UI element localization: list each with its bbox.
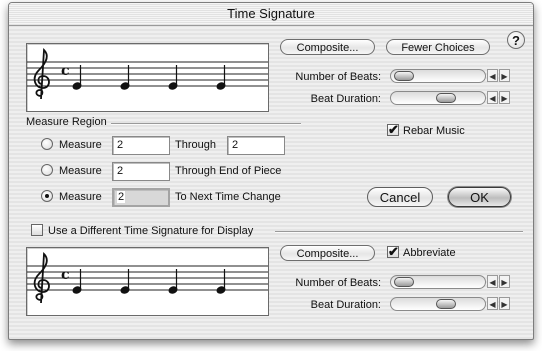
checkmark-icon: ✔ — [388, 244, 399, 259]
through-field[interactable]: 2 — [227, 136, 285, 155]
measure-region-label: Measure Region — [26, 116, 107, 128]
cancel-button[interactable]: Cancel — [367, 187, 433, 207]
measure-start-field[interactable]: 2 — [112, 162, 170, 181]
beats-left-arrow-icon[interactable]: ◀ — [487, 69, 498, 82]
beats-right-arrow-icon[interactable]: ▶ — [499, 69, 510, 82]
measure-end-of-piece-radio[interactable] — [41, 164, 53, 176]
to-next-time-change-label: To Next Time Change — [175, 191, 281, 203]
measure-next-change-radio[interactable] — [41, 190, 53, 202]
abbreviate-label: Abbreviate — [403, 247, 456, 259]
duration-right-arrow-icon[interactable]: ▶ — [499, 91, 510, 104]
dialog-title: Time Signature — [227, 6, 315, 21]
display-number-of-beats-label: Number of Beats: — [295, 277, 381, 289]
display-beats-right-arrow-icon[interactable]: ▶ — [499, 275, 510, 288]
display-duration-right-arrow-icon[interactable]: ▶ — [499, 297, 510, 310]
top-staff-svg: c — [27, 47, 268, 100]
number-of-beats-label: Number of Beats: — [295, 71, 381, 83]
duration-left-arrow-icon[interactable]: ◀ — [487, 91, 498, 104]
common-time-symbol: c — [61, 267, 70, 283]
divider — [275, 231, 523, 233]
display-composite-button[interactable]: Composite... — [280, 245, 375, 261]
measure-label: Measure — [59, 191, 102, 203]
through-end-of-piece-label: Through End of Piece — [175, 165, 282, 177]
beat-duration-slider[interactable] — [390, 91, 486, 105]
display-staff-svg: c — [27, 251, 268, 304]
rebar-checkbox[interactable]: ✔ — [387, 122, 399, 137]
number-of-beats-slider[interactable] — [390, 69, 486, 83]
fewer-choices-button[interactable]: Fewer Choices — [386, 39, 490, 55]
slider-thumb[interactable] — [436, 299, 456, 309]
help-icon[interactable]: ? — [507, 31, 525, 49]
slider-thumb[interactable] — [394, 277, 414, 287]
composite-button[interactable]: Composite... — [280, 39, 375, 55]
display-beat-duration-label: Beat Duration: — [310, 299, 381, 311]
ok-button[interactable]: OK — [448, 187, 511, 207]
display-beats-left-arrow-icon[interactable]: ◀ — [487, 275, 498, 288]
display-number-of-beats-slider[interactable] — [390, 275, 486, 289]
measure-start-field[interactable]: 2 — [112, 136, 170, 155]
slider-thumb[interactable] — [436, 93, 456, 103]
through-label: Through — [175, 139, 216, 151]
measure-label: Measure — [59, 139, 102, 151]
measure-label: Measure — [59, 165, 102, 177]
abbreviate-checkbox[interactable]: ✔ — [387, 244, 399, 259]
field-value: 2 — [117, 191, 126, 203]
measure-start-field-focused[interactable]: 2 — [112, 188, 170, 207]
display-duration-left-arrow-icon[interactable]: ◀ — [487, 297, 498, 310]
divider — [111, 123, 301, 125]
checkmark-icon: ✔ — [388, 122, 399, 137]
common-time-symbol: c — [61, 63, 70, 79]
time-signature-dialog: Time Signature c Composite... Fewer Choi… — [8, 2, 534, 340]
rebar-music-label: Rebar Music — [403, 125, 465, 137]
beat-duration-label: Beat Duration: — [310, 93, 381, 105]
display-staff-preview: c — [26, 247, 269, 316]
top-staff-preview: c — [26, 43, 269, 112]
measure-through-radio[interactable] — [41, 138, 53, 150]
use-different-display-label: Use a Different Time Signature for Displ… — [48, 225, 254, 237]
title-bar[interactable]: Time Signature — [9, 3, 533, 26]
display-beat-duration-slider[interactable] — [390, 297, 486, 311]
slider-thumb[interactable] — [394, 71, 414, 81]
use-different-display-checkbox[interactable] — [31, 224, 43, 236]
